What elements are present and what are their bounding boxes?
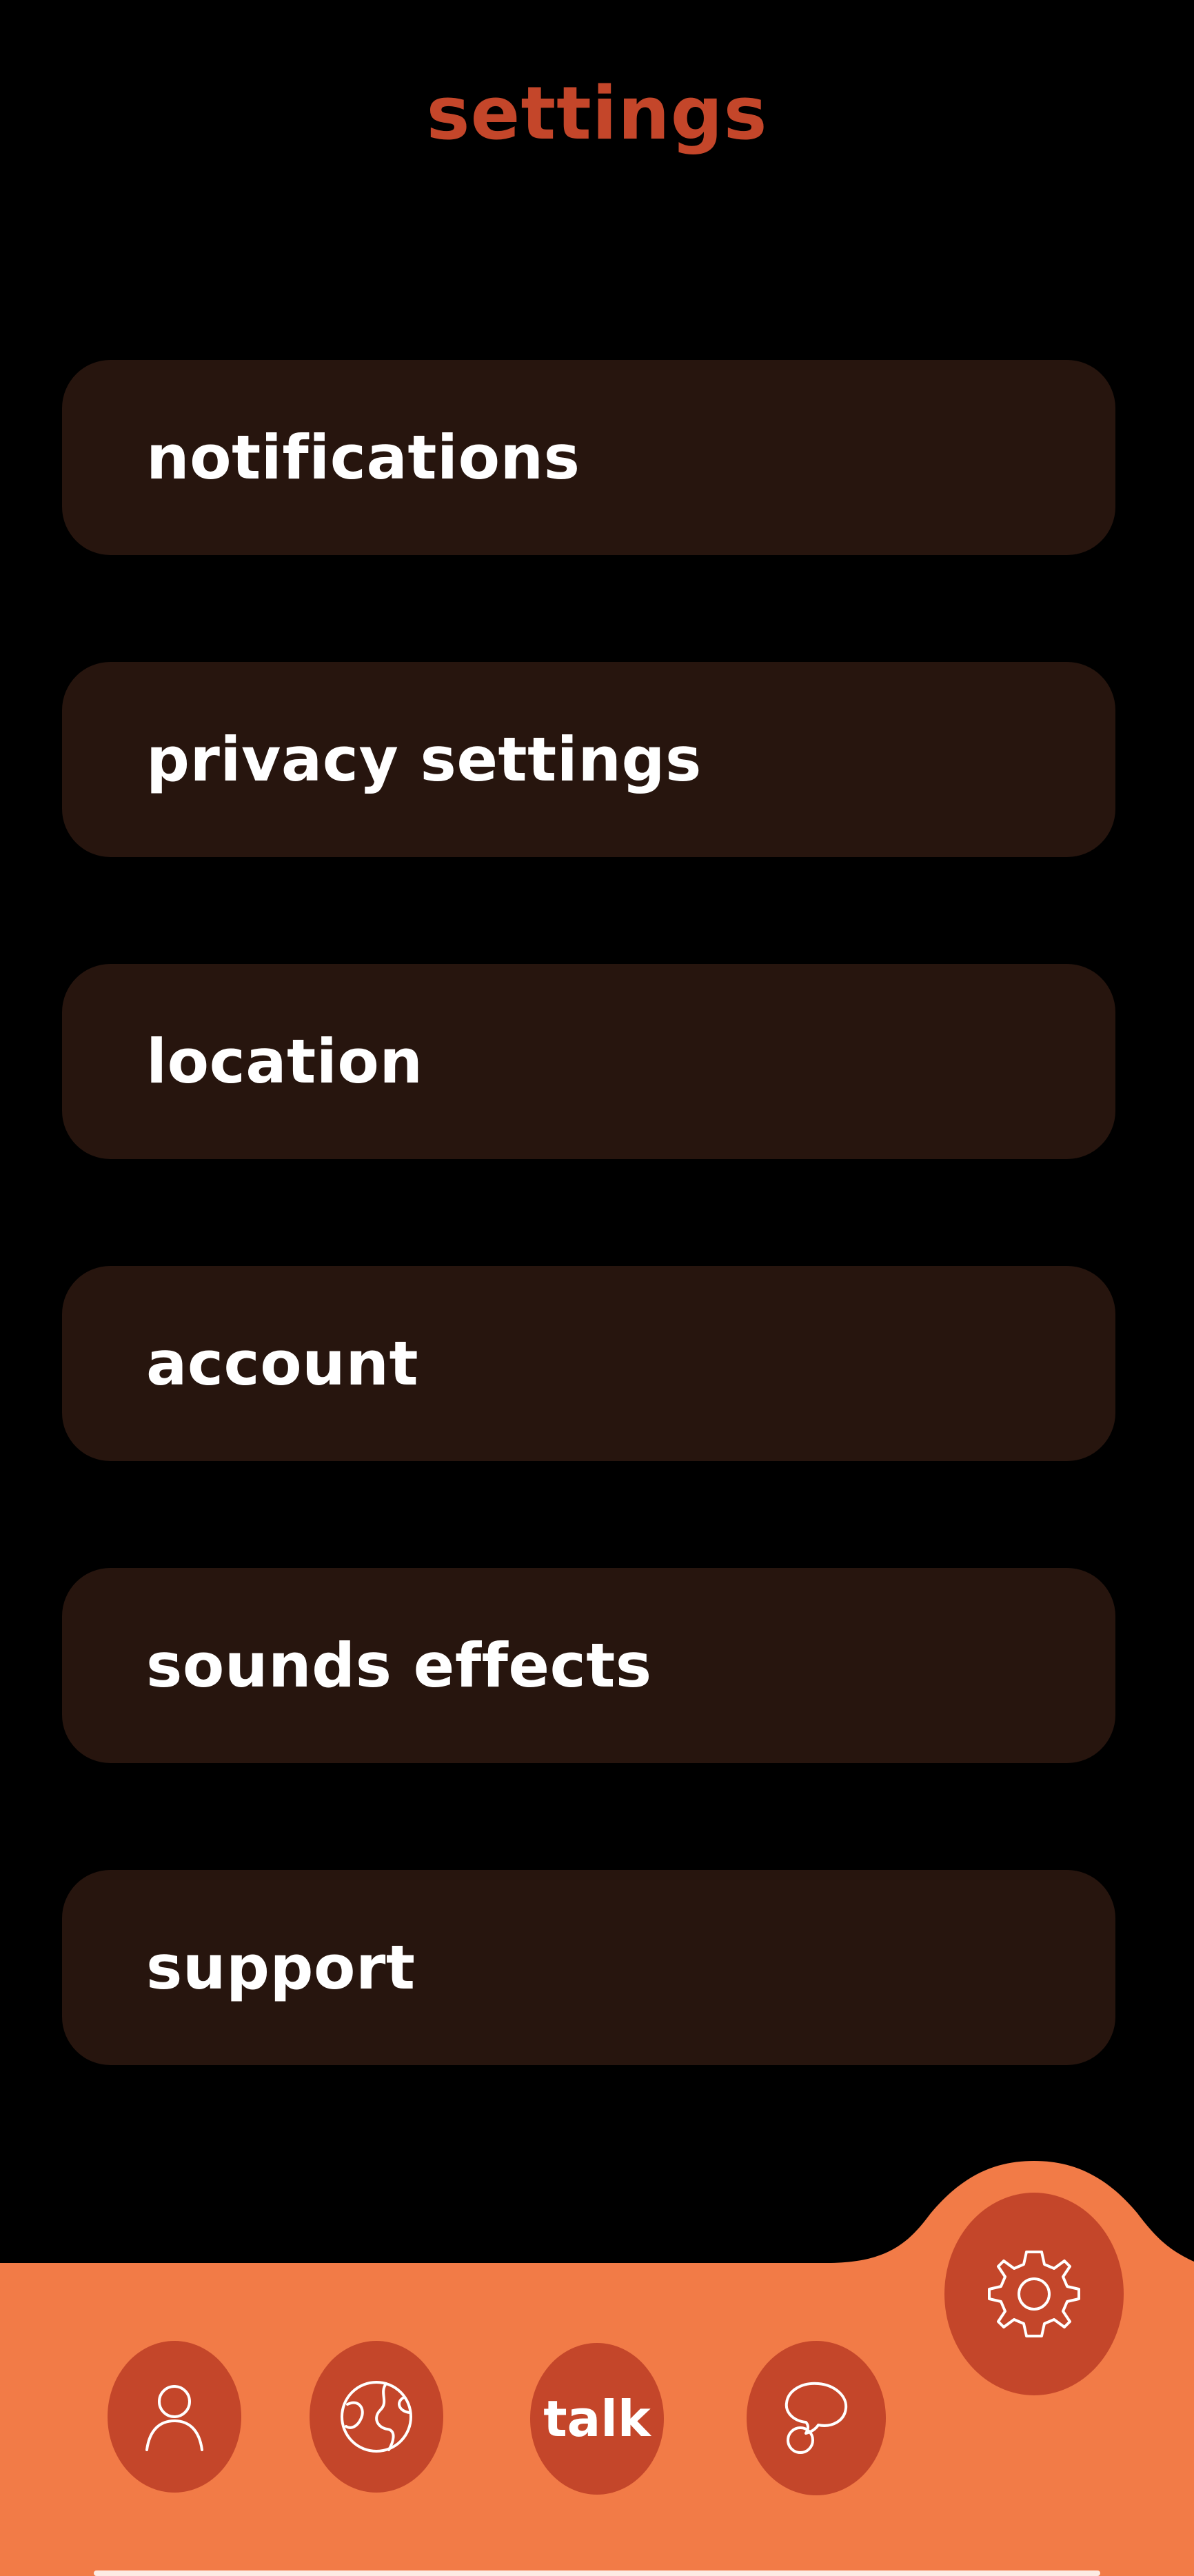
nav-settings-button[interactable] <box>944 2193 1124 2395</box>
home-indicator <box>94 2570 1100 2576</box>
settings-item-label: support <box>146 1932 416 2003</box>
globe-icon <box>341 2381 412 2453</box>
nav-explore-button[interactable] <box>310 2341 443 2493</box>
nav-chat-button[interactable] <box>747 2341 886 2495</box>
settings-item-label: account <box>146 1328 419 1399</box>
settings-item-label: notifications <box>146 422 580 493</box>
settings-item-label: location <box>146 1026 423 1097</box>
talk-label: talk <box>543 2390 651 2448</box>
settings-item-notifications[interactable]: notifications <box>62 360 1115 555</box>
settings-item-account[interactable]: account <box>62 1266 1115 1461</box>
gear-icon <box>988 2251 1080 2337</box>
settings-item-label: privacy settings <box>146 724 702 795</box>
settings-item-support[interactable]: support <box>62 1870 1115 2065</box>
settings-item-label: sounds effects <box>146 1630 652 1701</box>
person-icon <box>145 2385 203 2451</box>
settings-item-privacy-settings[interactable]: privacy settings <box>62 662 1115 857</box>
settings-item-sound-effects[interactable]: sounds effects <box>62 1568 1115 1763</box>
page-title: settings <box>426 71 768 156</box>
settings-list: notifications privacy settings location … <box>62 360 1115 2172</box>
settings-item-location[interactable]: location <box>62 964 1115 1159</box>
chat-bubbles-icon <box>785 2382 848 2454</box>
nav-profile-button[interactable] <box>108 2341 241 2493</box>
bottom-nav-bar: talk <box>0 2158 1194 2576</box>
nav-talk-button[interactable]: talk <box>530 2343 664 2495</box>
